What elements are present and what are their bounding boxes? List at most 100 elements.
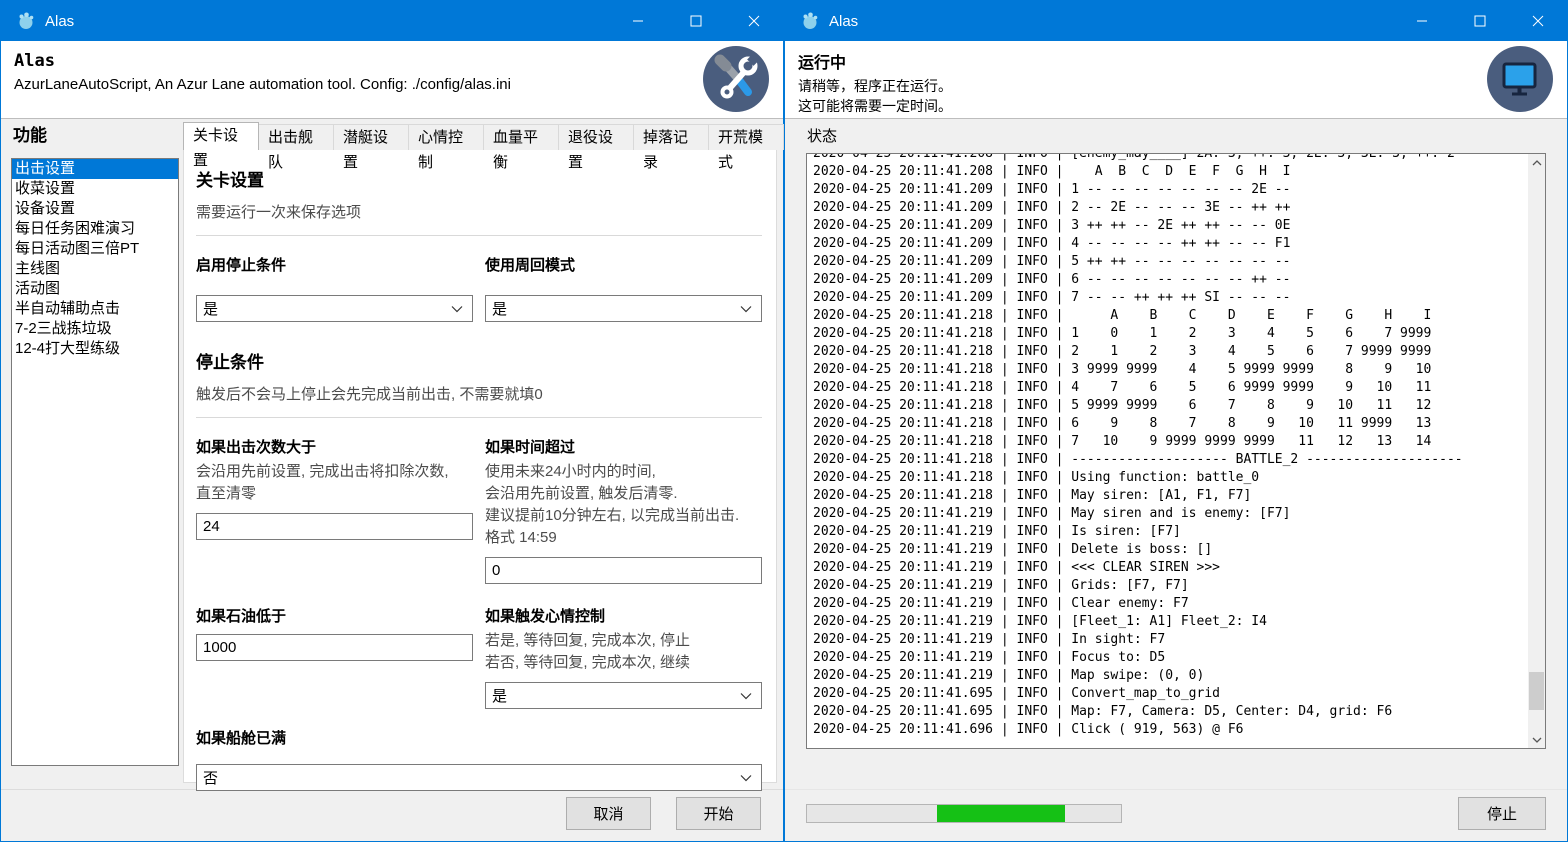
tools-icon [702, 45, 770, 118]
count-gt-label: 如果出击次数大于 [196, 436, 473, 457]
enable-stop-label: 启用停止条件 [196, 254, 473, 275]
app-subtitle: AzurLaneAutoScript, An Azur Lane automat… [14, 76, 769, 93]
log-line: 2020-04-25 20:11:41.219 | INFO | Map swi… [813, 667, 1528, 685]
sidebar-item[interactable]: 半自动辅助点击 [12, 299, 178, 319]
log-lines: 2020-04-25 20:11:41.208 | INFO | [enemy_… [807, 154, 1528, 748]
log-line: 2020-04-25 20:11:41.696 | INFO | Click (… [813, 721, 1528, 739]
tab[interactable]: 心情控制 [408, 124, 484, 150]
maximize-button[interactable] [1451, 1, 1509, 41]
enable-stop-select[interactable]: 是 [196, 295, 473, 322]
log-line: 2020-04-25 20:11:41.695 | INFO | Map: F7… [813, 703, 1528, 721]
log-line: 2020-04-25 20:11:41.219 | INFO | Delete … [813, 541, 1528, 559]
sidebar-item[interactable]: 出击设置 [12, 159, 178, 179]
sidebar-item[interactable]: 12-4打大型练级 [12, 339, 178, 359]
monitor-icon [1486, 45, 1554, 118]
scroll-up-icon[interactable] [1528, 154, 1545, 171]
panel-subtitle: 需要运行一次来保存选项 [196, 201, 762, 222]
enable-stop-value: 是 [203, 298, 218, 319]
log-line: 2020-04-25 20:11:41.219 | INFO | Is sire… [813, 523, 1528, 541]
stop-button[interactable]: 停止 [1458, 797, 1546, 830]
tab[interactable]: 潜艇设置 [333, 124, 409, 150]
close-button[interactable] [1509, 1, 1567, 41]
log-line: 2020-04-25 20:11:41.209 | INFO | 1 -- --… [813, 181, 1528, 199]
tab[interactable]: 掉落记录 [633, 124, 709, 150]
log-line: 2020-04-25 20:11:41.209 | INFO | 4 -- --… [813, 235, 1528, 253]
maximize-button[interactable] [667, 1, 725, 41]
time-over-desc: 使用未来24小时内的时间, 会沿用先前设置, 触发后清零. 建议提前10分钟左右… [485, 461, 762, 549]
titlebar[interactable]: Alas [1, 1, 783, 41]
sidebar-list[interactable]: 出击设置收菜设置设备设置每日任务困难演习每日活动图三倍PT主线图活动图半自动辅助… [11, 158, 179, 766]
log-line: 2020-04-25 20:11:41.218 | INFO | 3 9999 … [813, 361, 1528, 379]
alas-logo-icon [801, 12, 819, 30]
log-line: 2020-04-25 20:11:41.218 | INFO | 1 0 1 2… [813, 325, 1528, 343]
run-title: 运行中 [798, 49, 1553, 73]
minimize-button[interactable] [1393, 1, 1451, 41]
cycle-mode-value: 是 [492, 298, 507, 319]
sidebar-title: 功能 [13, 121, 47, 146]
oil-below-input[interactable] [196, 634, 473, 661]
chevron-down-icon [740, 692, 752, 700]
sidebar-item[interactable]: 7-2三战拣垃圾 [12, 319, 178, 339]
log-scrollbar[interactable] [1528, 154, 1545, 748]
log-line: 2020-04-25 20:11:41.209 | INFO | 6 -- --… [813, 271, 1528, 289]
log-line: 2020-04-25 20:11:41.218 | INFO | -------… [813, 451, 1528, 469]
log-line: 2020-04-25 20:11:41.209 | INFO | 3 ++ ++… [813, 217, 1528, 235]
tab[interactable]: 关卡设置 [183, 122, 259, 150]
emotion-ctrl-select[interactable]: 是 [485, 682, 762, 709]
log-line: 2020-04-25 20:11:41.218 | INFO | 2 1 2 3… [813, 343, 1528, 361]
log-line: 2020-04-25 20:11:41.218 | INFO | 7 10 9 … [813, 433, 1528, 451]
sidebar-item[interactable]: 活动图 [12, 279, 178, 299]
cycle-mode-select[interactable]: 是 [485, 295, 762, 322]
emotion-ctrl-value: 是 [492, 685, 507, 706]
log-line: 2020-04-25 20:11:41.218 | INFO | 5 9999 … [813, 397, 1528, 415]
window-title: Alas [829, 13, 858, 30]
progress-bar [806, 804, 1122, 823]
log-line: 2020-04-25 20:11:41.208 | INFO | A B C D… [813, 163, 1528, 181]
stop-condition-title: 停止条件 [196, 348, 762, 373]
settings-footer: 取消 开始 [1, 789, 783, 841]
cycle-mode-label: 使用周回模式 [485, 254, 762, 275]
oil-below-label: 如果石油低于 [196, 605, 473, 626]
scrollbar-thumb[interactable] [1529, 672, 1544, 710]
log-line: 2020-04-25 20:11:41.218 | INFO | Using f… [813, 469, 1528, 487]
tab[interactable]: 血量平衡 [483, 124, 559, 150]
minimize-button[interactable] [609, 1, 667, 41]
log-line: 2020-04-25 20:11:41.219 | INFO | Clear e… [813, 595, 1528, 613]
emotion-ctrl-label: 如果触发心情控制 [485, 605, 762, 626]
tab[interactable]: 出击舰队 [258, 124, 334, 150]
window-title: Alas [45, 13, 74, 30]
tab[interactable]: 开荒模式 [708, 124, 784, 150]
settings-window: Alas Alas AzurLaneAutoScript, An Azur La… [0, 0, 784, 842]
count-gt-input[interactable] [196, 513, 473, 540]
time-over-input[interactable] [485, 557, 762, 584]
cancel-button[interactable]: 取消 [566, 797, 651, 830]
log-line: 2020-04-25 20:11:41.209 | INFO | 2 -- 2E… [813, 199, 1528, 217]
titlebar[interactable]: Alas [785, 1, 1567, 41]
run-footer: 停止 [785, 789, 1567, 841]
close-button[interactable] [725, 1, 783, 41]
stop-condition-desc: 触发后不会马上停止会先完成当前出击, 不需要就填0 [196, 383, 762, 404]
sidebar-item[interactable]: 每日活动图三倍PT [12, 239, 178, 259]
status-label: 状态 [807, 125, 837, 146]
scroll-down-icon[interactable] [1528, 731, 1545, 748]
log-line: 2020-04-25 20:11:41.219 | INFO | In sigh… [813, 631, 1528, 649]
tab[interactable]: 退役设置 [558, 124, 634, 150]
dock-full-select[interactable]: 否 [196, 764, 762, 791]
log-box: 2020-04-25 20:11:41.208 | INFO | [enemy_… [806, 153, 1546, 749]
desktop: { "colors": { "titlebar_blue": "#0078d7"… [0, 0, 1568, 842]
run-message-line1: 请稍等，程序正在运行。 [798, 76, 1553, 96]
log-line: 2020-04-25 20:11:41.219 | INFO | May sir… [813, 505, 1528, 523]
log-line: 2020-04-25 20:11:41.209 | INFO | 7 -- --… [813, 289, 1528, 307]
time-over-label: 如果时间超过 [485, 436, 762, 457]
settings-body: 功能 出击设置收菜设置设备设置每日任务困难演习每日活动图三倍PT主线图活动图半自… [1, 119, 783, 789]
chevron-down-icon [740, 774, 752, 782]
dock-full-label: 如果船舱已满 [196, 727, 762, 748]
sidebar-item[interactable]: 主线图 [12, 259, 178, 279]
divider [196, 417, 762, 418]
sidebar-item[interactable]: 收菜设置 [12, 179, 178, 199]
tab-bar[interactable]: 关卡设置出击舰队潜艇设置心情控制血量平衡退役设置掉落记录开荒模式 [183, 122, 783, 150]
start-button[interactable]: 开始 [676, 797, 761, 830]
emotion-ctrl-desc: 若是, 等待回复, 完成本次, 停止 若否, 等待回复, 完成本次, 继续 [485, 630, 762, 674]
sidebar-item[interactable]: 设备设置 [12, 199, 178, 219]
sidebar-item[interactable]: 每日任务困难演习 [12, 219, 178, 239]
